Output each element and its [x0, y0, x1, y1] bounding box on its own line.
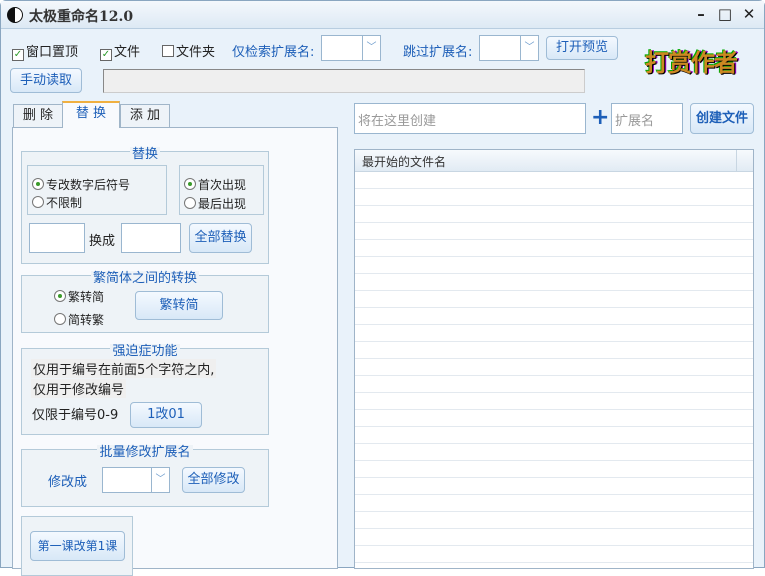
lesson-rename-button[interactable]: 第一课改第1课: [30, 531, 125, 561]
ext-title: 批量修改扩展名: [97, 445, 193, 460]
chevron-down-icon: ﹀: [362, 36, 380, 60]
files-checkbox[interactable]: ✓ 文件: [100, 41, 140, 61]
create-file-button[interactable]: 创建文件: [690, 103, 754, 134]
radio-trad-to-simp[interactable]: 繁转简: [54, 288, 104, 305]
skip-ext-label: 跳过扩展名:: [403, 45, 473, 60]
tab-replace[interactable]: 替 换: [62, 101, 120, 128]
radio-unlimited[interactable]: 不限制: [32, 194, 82, 211]
minimize-button[interactable]: –: [691, 5, 711, 25]
replace-with-label: 换成: [89, 234, 116, 249]
window-title: 太极重命名12.0: [29, 9, 134, 25]
radio-label: 繁转简: [68, 290, 105, 304]
chevron-down-icon: ﹀: [151, 468, 169, 492]
folders-checkbox[interactable]: 文件夹: [162, 41, 215, 60]
chevron-down-icon: ﹀: [520, 36, 538, 60]
maximize-button[interactable]: □: [715, 5, 735, 25]
file-list[interactable]: 最开始的文件名: [354, 149, 754, 569]
topmost-label: 窗口置顶: [26, 45, 79, 60]
group-title: 强迫症功能: [22, 340, 268, 359]
ocd-note-2: 仅用于修改编号: [31, 379, 127, 398]
radio-label: 简转繁: [68, 313, 105, 327]
radio-digit-symbol[interactable]: 专改数字后符号: [32, 176, 130, 193]
modify-all-button[interactable]: 全部修改: [182, 467, 245, 493]
ext-combo[interactable]: ﹀: [102, 467, 170, 493]
create-name-input[interactable]: 将在这里创建: [354, 103, 586, 134]
radio-on-icon: [54, 290, 66, 302]
group-title: 替换: [22, 143, 268, 162]
title-bar: 太极重命名12.0 – □ ✕: [1, 1, 764, 29]
radio-simp-to-trad[interactable]: 简转繁: [54, 311, 104, 328]
radio-first[interactable]: 首次出现: [184, 176, 246, 193]
group-title: 批量修改扩展名: [22, 441, 268, 460]
list-rows: [355, 172, 753, 568]
check-icon: ✓: [100, 49, 112, 61]
ocd-note-1: 仅用于编号在前面5个字符之内,: [31, 359, 217, 378]
skip-ext-combo[interactable]: ﹀: [479, 35, 539, 61]
radio-on-icon: [32, 178, 44, 190]
convert-button[interactable]: 繁转简: [135, 291, 223, 320]
replace-all-button[interactable]: 全部替换: [189, 223, 252, 253]
convert-group: 繁简体之间的转换 繁转简 简转繁 繁转简: [21, 271, 269, 333]
find-input[interactable]: [29, 223, 85, 253]
tab-add[interactable]: 添 加: [120, 104, 170, 128]
replace-input[interactable]: [121, 223, 181, 253]
open-preview-button[interactable]: 打开预览: [546, 36, 618, 60]
list-header[interactable]: 最开始的文件名: [355, 150, 753, 172]
app-window: 太极重命名12.0 – □ ✕ ✓ 窗口置顶 ✓ 文件 文件夹 仅检索扩展名: ﹀ …: [0, 0, 765, 576]
tab-delete[interactable]: 删 除: [13, 104, 63, 128]
files-label: 文件: [114, 45, 141, 60]
yin-yang-icon: [7, 7, 23, 23]
checkbox-empty-icon: [162, 45, 174, 57]
group-title: 繁简体之间的转换: [22, 267, 268, 286]
ocd-group: 强迫症功能 仅用于编号在前面5个字符之内, 仅用于修改编号 仅限于编号0-9 1…: [21, 344, 269, 435]
replace-title: 替换: [129, 147, 160, 162]
ext-change-label: 修改成: [48, 475, 88, 490]
radio-last[interactable]: 最后出现: [184, 195, 246, 212]
ocd-title: 强迫症功能: [110, 344, 180, 359]
plus-icon: +: [591, 105, 610, 130]
radio-label: 首次出现: [198, 178, 247, 192]
folders-label: 文件夹: [176, 45, 216, 60]
ocd-limit-label: 仅限于编号0-9: [32, 408, 119, 423]
check-icon: ✓: [12, 49, 24, 61]
column-original-name: 最开始的文件名: [362, 155, 447, 169]
manual-read-button[interactable]: 手动读取: [10, 68, 82, 93]
radio-off-icon: [32, 196, 44, 208]
radio-label: 不限制: [46, 196, 83, 210]
path-field[interactable]: [103, 69, 585, 93]
pad-number-button[interactable]: 1改01: [130, 402, 202, 428]
donate-author-image[interactable]: 打赏作者: [645, 43, 755, 77]
replace-group: 替换 专改数字后符号 不限制 首次出现 最后出现 换成 全部替换: [21, 147, 269, 264]
close-button[interactable]: ✕: [739, 5, 759, 25]
only-ext-combo[interactable]: ﹀: [321, 35, 381, 61]
convert-title: 繁简体之间的转换: [90, 271, 199, 286]
radio-off-icon: [54, 313, 66, 325]
radio-off-icon: [184, 197, 196, 209]
radio-label: 专改数字后符号: [46, 178, 131, 192]
create-ext-input[interactable]: 扩展名: [611, 103, 683, 134]
ext-group: 批量修改扩展名 修改成 ﹀ 全部修改: [21, 445, 269, 507]
radio-on-icon: [184, 178, 196, 190]
radio-label: 最后出现: [198, 197, 247, 211]
lesson-group: 第一课改第1课: [21, 516, 133, 576]
topmost-checkbox[interactable]: ✓ 窗口置顶: [12, 41, 78, 61]
only-ext-label: 仅检索扩展名:: [232, 45, 315, 60]
